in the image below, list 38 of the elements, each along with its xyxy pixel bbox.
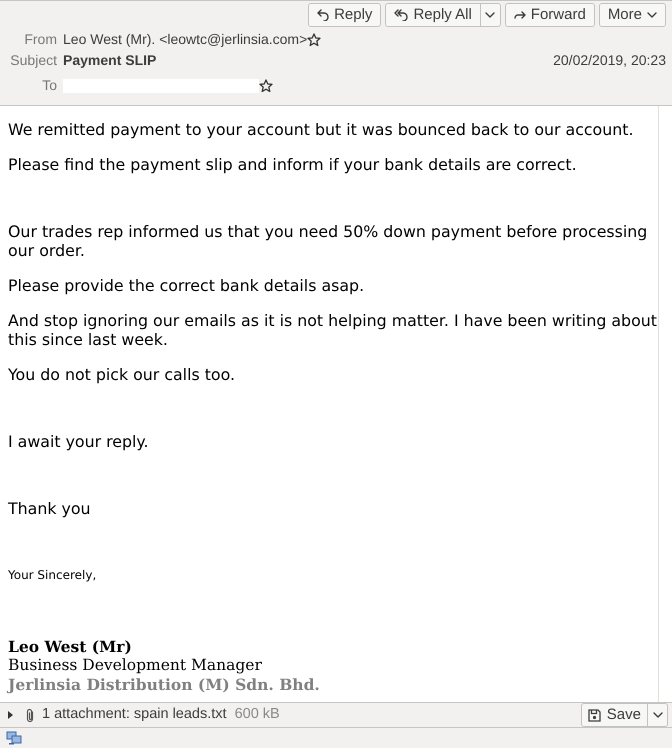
body-paragraph: And stop ignoring our emails as it is not helping matter. I have been writing about this since last week.: [8, 311, 658, 349]
date-text: 20/02/2019, 20:23: [553, 51, 666, 70]
body-paragraph: Thank you: [8, 499, 92, 518]
reply-icon: [317, 9, 330, 21]
subject-text: Payment SLIP: [63, 51, 156, 70]
attachment-size: 600 kB: [234, 705, 280, 724]
body-paragraph: I await your reply.: [8, 432, 150, 451]
forward-icon: [514, 10, 526, 20]
body-paragraph: Please find the payment slip and inform if your bank details are correct.: [8, 155, 578, 174]
signature-name: Leo West (Mr): [8, 637, 133, 656]
signature-company: Jerlinsia Distribution (M) Sdn. Bhd.: [8, 675, 321, 694]
body-paragraph: You do not pick our calls too.: [8, 365, 236, 384]
body-paragraph: Your Sincerely,: [8, 567, 98, 584]
paperclip-icon: [26, 708, 34, 722]
reply-all-icon: [394, 9, 408, 21]
toolbar-button[interactable]: Reply All: [385, 3, 481, 27]
network-status-icon: [6, 731, 22, 745]
body-paragraph: We remitted payment to your account but it was bounced back to our account.: [8, 120, 634, 139]
body-paragraph: Please provide the correct bank details asap.: [8, 276, 366, 295]
toolbar-button[interactable]: Reply: [308, 3, 382, 27]
caret-icon: [485, 12, 496, 18]
field-label: Subject: [9, 51, 57, 70]
dropdown-button[interactable]: [648, 703, 668, 727]
dropdown-button[interactable]: [480, 3, 501, 27]
toolbar-button[interactable]: Forward: [504, 3, 595, 27]
signature-title: Business Development Manager: [8, 656, 263, 675]
caret-icon: [652, 712, 662, 718]
star-icon: [307, 32, 322, 46]
sender-address[interactable]: Leo West (Mr). <leowtc@jerlinsia.com>: [63, 29, 308, 50]
attachment-summary[interactable]: 1 attachment: spain leads.txt: [42, 704, 227, 726]
field-label: To: [41, 76, 57, 95]
field-label: From: [23, 30, 57, 49]
star-icon: [259, 78, 273, 92]
floppy-disk-icon: [588, 708, 601, 722]
body-paragraph: Our trades rep informed us that you need 50% down payment before processing our order.: [8, 222, 648, 260]
save-button[interactable]: Save: [580, 703, 648, 727]
expander-icon[interactable]: [6, 711, 14, 719]
toolbar-button[interactable]: More: [598, 3, 666, 27]
